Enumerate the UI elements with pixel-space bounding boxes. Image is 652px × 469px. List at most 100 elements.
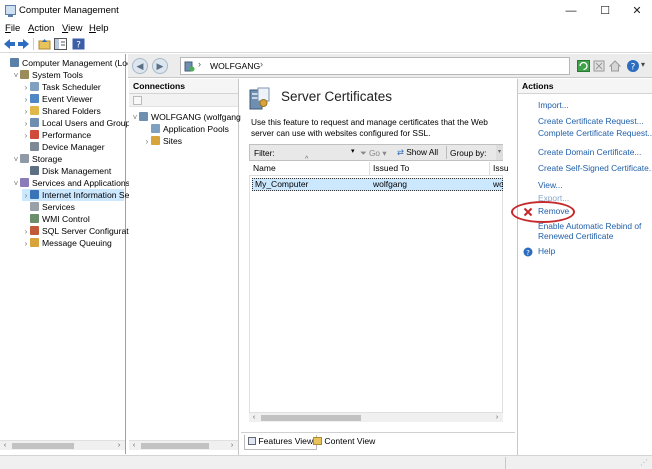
- forward-arrow-icon[interactable]: [17, 38, 30, 50]
- column-separator[interactable]: [489, 162, 490, 176]
- action-create-certificate-request[interactable]: Create Certificate Request...: [538, 116, 644, 126]
- actions-title: Actions: [518, 79, 652, 94]
- tree-item[interactable]: ˅ System Tools: [12, 69, 83, 81]
- menu-action[interactable]: Action: [28, 23, 54, 34]
- stop-icon[interactable]: [593, 60, 605, 72]
- resize-grip-icon[interactable]: ⋰: [640, 458, 648, 467]
- tree-item[interactable]: ˅ Storage: [12, 153, 62, 165]
- back-arrow-icon[interactable]: [3, 38, 16, 50]
- list-scroll-thumb[interactable]: [261, 415, 361, 421]
- scroll-thumb[interactable]: [12, 443, 74, 449]
- action-create-self-signed-certificate[interactable]: Create Self-Signed Certificate...: [538, 163, 652, 173]
- show-all-button[interactable]: ⇄ Show All: [397, 147, 438, 157]
- menu-help[interactable]: Help: [89, 23, 109, 34]
- computer-management-window: Computer Management — ☐ ✕ File Action Vi…: [0, 0, 652, 469]
- filter-go-button[interactable]: ⏷ Go ▾: [360, 148, 387, 159]
- table-row[interactable]: My_Computer wolfgang wo: [252, 178, 503, 191]
- tree-item[interactable]: Services: [22, 201, 75, 213]
- scroll-left-arrow[interactable]: ‹: [0, 441, 10, 451]
- scroll-right-arrow[interactable]: ›: [114, 441, 124, 451]
- go-dropdown-icon: ▾: [382, 148, 387, 158]
- certificate-list-scrollbar[interactable]: ‹ ›: [249, 412, 503, 422]
- remove-highlight-annotation: [511, 201, 575, 223]
- expanded-chevron-icon[interactable]: ˅: [12, 178, 20, 190]
- conn-scroll-left-arrow[interactable]: ‹: [129, 441, 139, 451]
- filter-input[interactable]: [278, 147, 356, 158]
- filter-overflow-icon[interactable]: ▾: [496, 145, 503, 160]
- close-button[interactable]: ✕: [620, 0, 652, 22]
- refresh-icon[interactable]: [577, 60, 590, 72]
- expanded-chevron-icon[interactable]: ˅: [12, 154, 20, 166]
- collapsed-chevron-icon[interactable]: ›: [22, 238, 30, 250]
- clock-icon: [30, 82, 39, 91]
- tree-item[interactable]: › Task Scheduler: [22, 81, 101, 93]
- up-folder-icon[interactable]: [38, 38, 51, 50]
- maximize-button[interactable]: ☐: [588, 0, 622, 22]
- show-hide-tree-icon[interactable]: [54, 38, 67, 50]
- tree-item[interactable]: › Shared Folders: [22, 105, 101, 117]
- help-icon[interactable]: ?: [523, 247, 533, 257]
- tree-item[interactable]: Computer Management (Local: [2, 57, 138, 69]
- menu-view[interactable]: View: [62, 23, 82, 34]
- cell-name: My_Computer: [255, 179, 309, 189]
- cell-issued-to: wolfgang: [373, 179, 408, 189]
- list-scroll-right-arrow[interactable]: ›: [492, 413, 502, 423]
- column-separator[interactable]: [369, 162, 370, 176]
- menu-file[interactable]: File: [5, 23, 20, 34]
- features-view-label: Features View: [258, 436, 314, 446]
- action-create-domain-certificate[interactable]: Create Domain Certificate...: [538, 147, 641, 157]
- action-complete-certificate-request[interactable]: Complete Certificate Request...: [538, 128, 652, 138]
- connections-tree-item[interactable]: › Sites: [143, 135, 182, 147]
- svg-text:?: ?: [526, 249, 530, 257]
- help-dropdown-icon[interactable]: ▾: [641, 60, 645, 69]
- connections-tree-item[interactable]: ˅ WOLFGANG (wolfgang: [131, 111, 241, 123]
- content-view-label: Content View: [324, 436, 376, 446]
- nav-back-button[interactable]: ◀: [132, 58, 148, 74]
- connections-pane: Connections ˅ WOLFGANG (wolfgang Applicati…: [129, 79, 241, 455]
- tree-item[interactable]: WMI Control: [22, 213, 90, 225]
- conn-scroll-thumb[interactable]: [141, 443, 209, 449]
- action-import[interactable]: Import...: [538, 100, 569, 110]
- tree-item[interactable]: › Event Viewer: [22, 93, 92, 105]
- action-enable-automatic-rebind-of-renewed-certificate[interactable]: Enable Automatic Rebind of Renewed Certi…: [538, 221, 646, 241]
- connections-item-label: Application Pools: [163, 124, 229, 134]
- help-icon[interactable]: ?: [72, 38, 85, 50]
- connections-scrollbar[interactable]: ‹ ›: [129, 440, 238, 450]
- conn-scroll-right-arrow[interactable]: ›: [227, 441, 237, 451]
- minimize-button[interactable]: —: [554, 0, 588, 22]
- connections-tree-item[interactable]: Application Pools: [143, 123, 229, 135]
- connect-icon[interactable]: [133, 96, 142, 105]
- tab-content-view[interactable]: Content View: [310, 435, 378, 450]
- column-name[interactable]: Name: [253, 163, 276, 173]
- tree-item[interactable]: › Internet Information Ser: [22, 189, 132, 201]
- address-trailing-separator[interactable]: ›: [260, 59, 263, 69]
- tree-item-label: SQL Server Configuratio: [42, 226, 136, 236]
- collapsed-chevron-icon[interactable]: ›: [143, 136, 151, 148]
- help-circle-icon[interactable]: ?: [626, 59, 640, 73]
- expanded-chevron-icon[interactable]: ˅: [12, 70, 20, 82]
- address-path-wolfgang[interactable]: WOLFGANG: [210, 61, 260, 71]
- group-by-label[interactable]: Group by:: [450, 148, 486, 158]
- home-icon[interactable]: [609, 60, 621, 72]
- tree-item[interactable]: › Local Users and Groups: [22, 117, 135, 129]
- filter-dropdown-icon[interactable]: ▾: [351, 147, 355, 155]
- tree-item-label: Message Queuing: [42, 238, 112, 248]
- tree-item[interactable]: Device Manager: [22, 141, 105, 153]
- show-all-label: Show All: [406, 147, 439, 157]
- column-issued-to[interactable]: Issued To: [373, 163, 409, 173]
- expanded-chevron-icon[interactable]: ˅: [131, 112, 139, 124]
- tree-item[interactable]: › Message Queuing: [22, 237, 112, 249]
- address-field[interactable]: › WOLFGANG ›: [180, 57, 570, 75]
- tree-item[interactable]: Disk Management: [22, 165, 111, 177]
- list-scroll-left-arrow[interactable]: ‹: [249, 413, 259, 423]
- storage-icon: [20, 154, 29, 163]
- action-help[interactable]: Help: [538, 246, 555, 256]
- tab-features-view[interactable]: Features View: [244, 435, 318, 450]
- tree-item[interactable]: ˅ Services and Applications: [12, 177, 130, 189]
- tree-item[interactable]: › SQL Server Configuratio: [22, 225, 135, 237]
- tree-item[interactable]: › Performance: [22, 129, 91, 141]
- action-view[interactable]: View...: [538, 180, 563, 190]
- console-tree-scrollbar[interactable]: ‹ ›: [0, 440, 125, 450]
- nav-forward-button[interactable]: ▶: [152, 58, 168, 74]
- column-issued-by[interactable]: Issu: [493, 163, 509, 173]
